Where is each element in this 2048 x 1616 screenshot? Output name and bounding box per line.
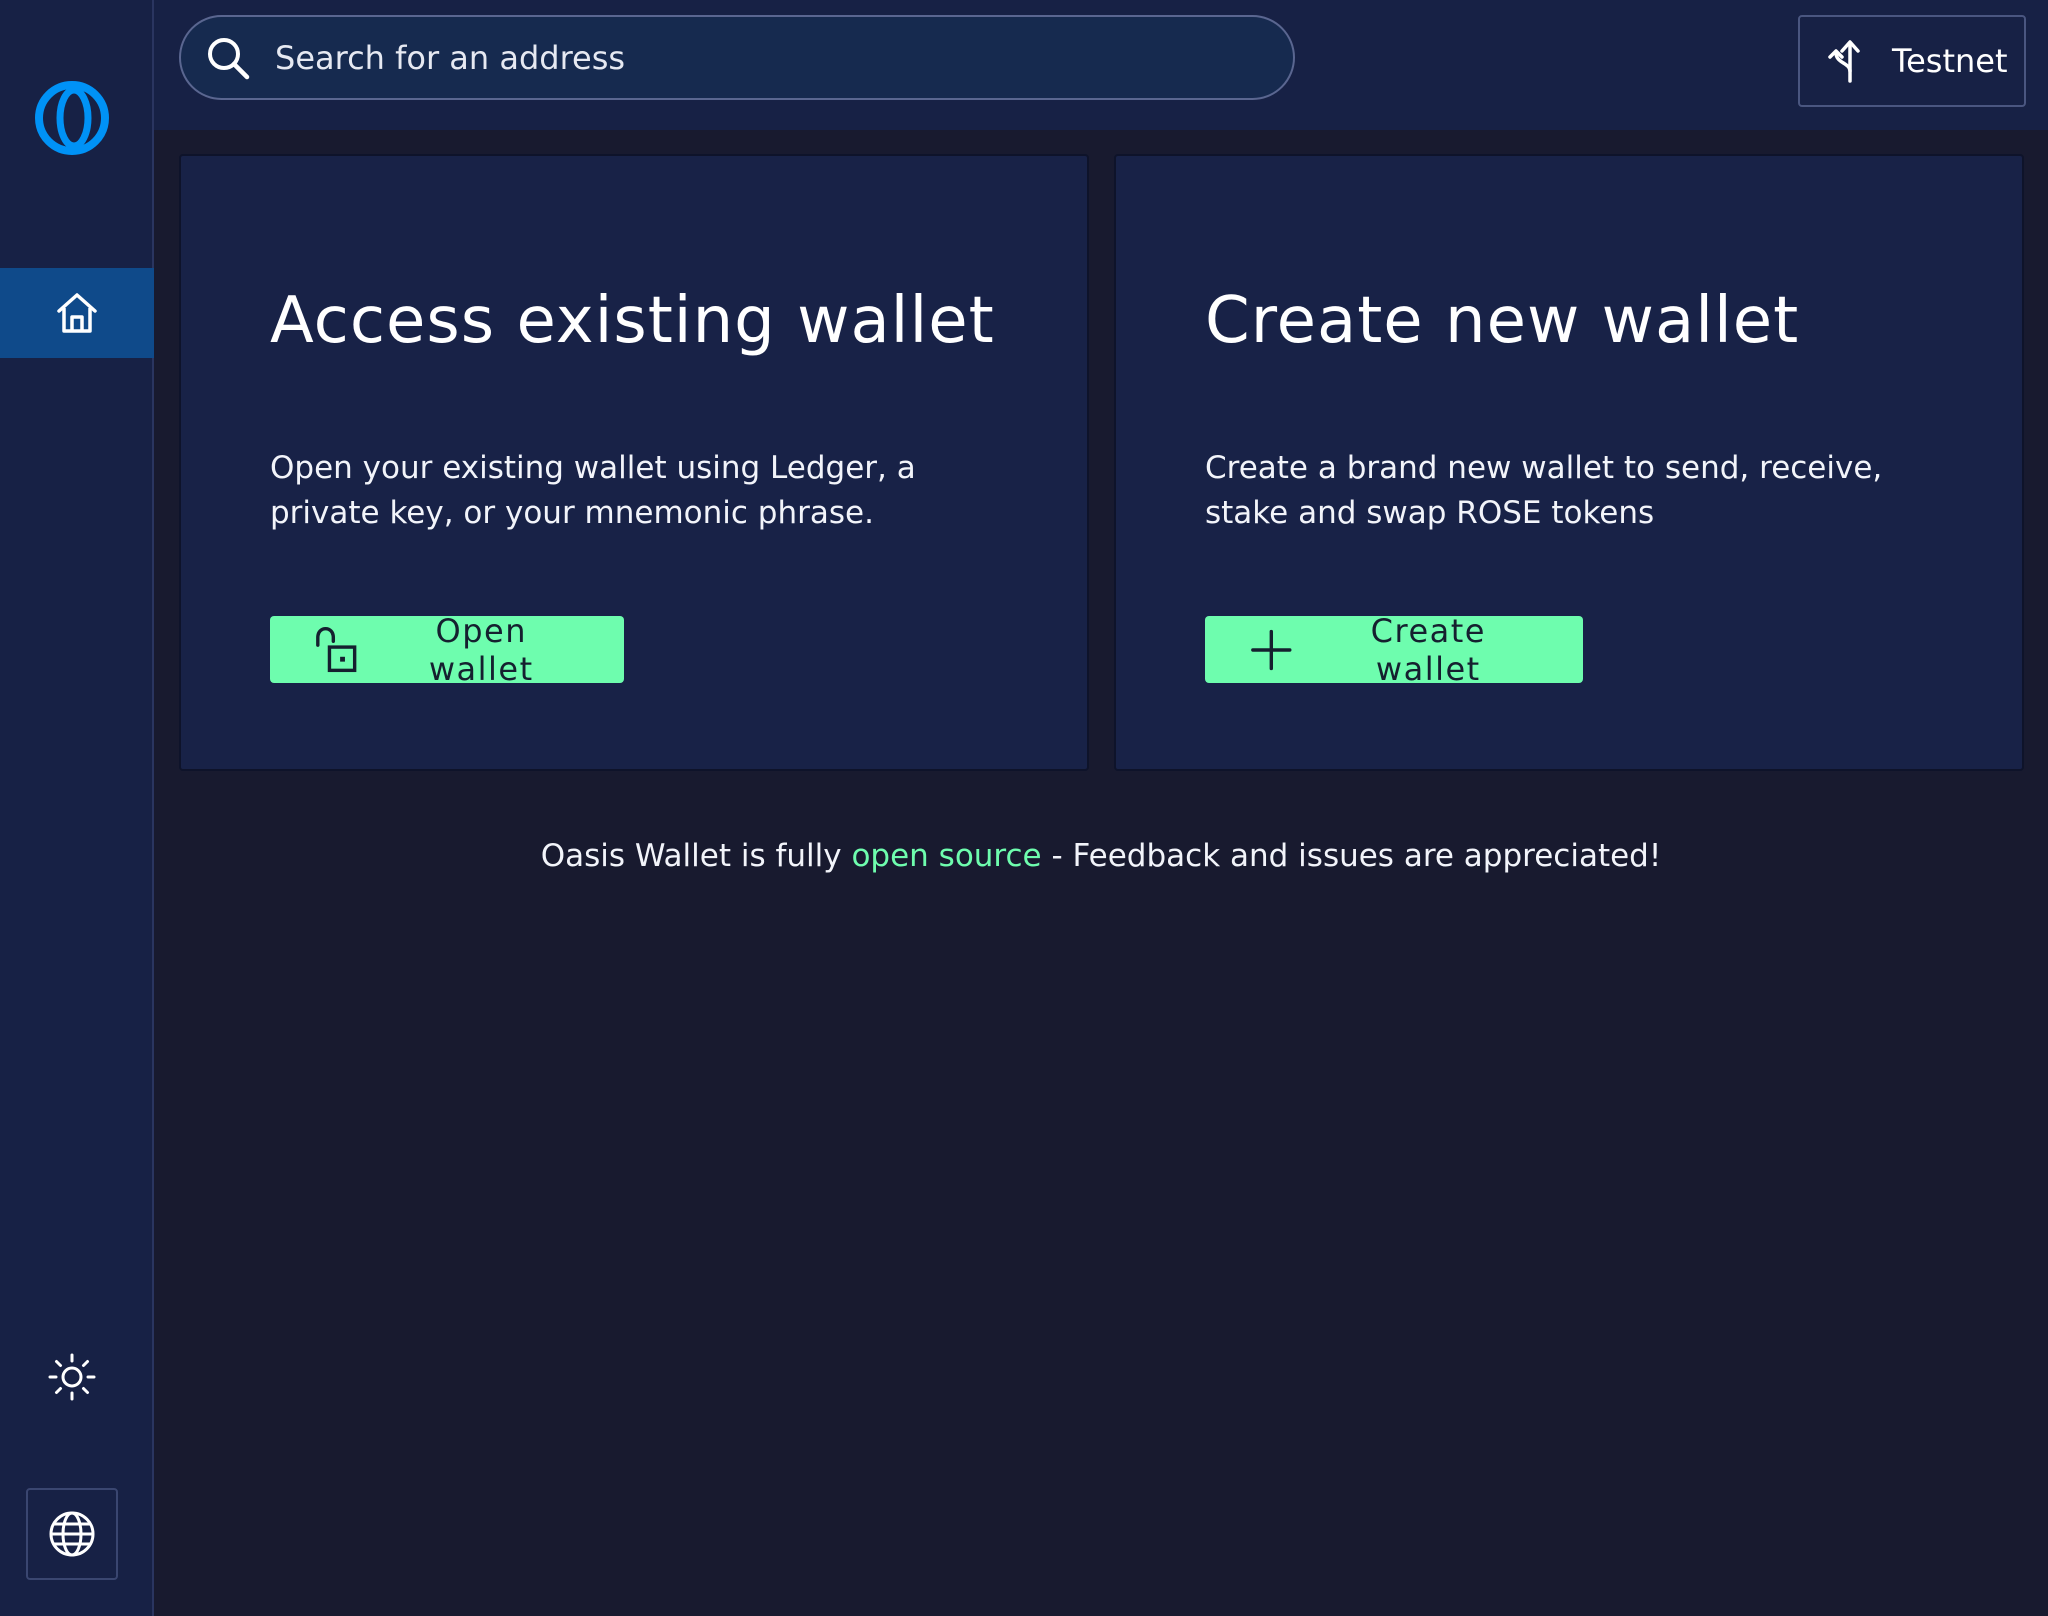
access-wallet-card: Access existing wallet Open your existin… [179, 154, 1089, 771]
create-wallet-description: Create a brand new wallet to send, recei… [1205, 450, 1883, 531]
network-label: Testnet [1892, 42, 2008, 80]
oasis-logo-icon[interactable] [34, 80, 110, 156]
create-wallet-title: Create new wallet [1205, 284, 1800, 358]
open-wallet-button[interactable]: Open wallet [270, 612, 624, 688]
search-icon [208, 37, 250, 79]
app-root: Testnet Access existing wallet Open your… [0, 0, 2048, 1616]
network-switch-icon [1828, 40, 1860, 83]
footer-suffix: - Feedback and issues are appreciated! [1041, 838, 1662, 874]
access-wallet-title: Access existing wallet [270, 284, 995, 358]
search-input[interactable] [273, 37, 1269, 78]
unlock-icon [316, 626, 357, 672]
sidebar-item-home[interactable] [0, 268, 154, 358]
open-wallet-label: Open wallet [428, 611, 534, 688]
footer-prefix: Oasis Wallet is fully [540, 838, 852, 874]
create-wallet-label: Create wallet [1370, 611, 1486, 688]
plus-icon [1251, 629, 1292, 670]
network-selector-button[interactable]: Testnet [1798, 15, 2026, 107]
create-wallet-card: Create new wallet Create a brand new wal… [1114, 154, 2024, 771]
globe-icon [49, 1511, 95, 1557]
search-bar [179, 15, 1295, 100]
footer-note: Oasis Wallet is fully open source - Feed… [154, 838, 2048, 874]
home-icon [57, 293, 97, 333]
access-wallet-description: Open your existing wallet using Ledger, … [270, 450, 916, 531]
create-wallet-button[interactable]: Create wallet [1205, 612, 1583, 688]
open-source-link[interactable]: open source [851, 838, 1041, 874]
header: Testnet [154, 0, 2048, 130]
sun-icon[interactable] [47, 1352, 97, 1402]
language-button[interactable] [26, 1488, 118, 1580]
sidebar [0, 0, 154, 1616]
